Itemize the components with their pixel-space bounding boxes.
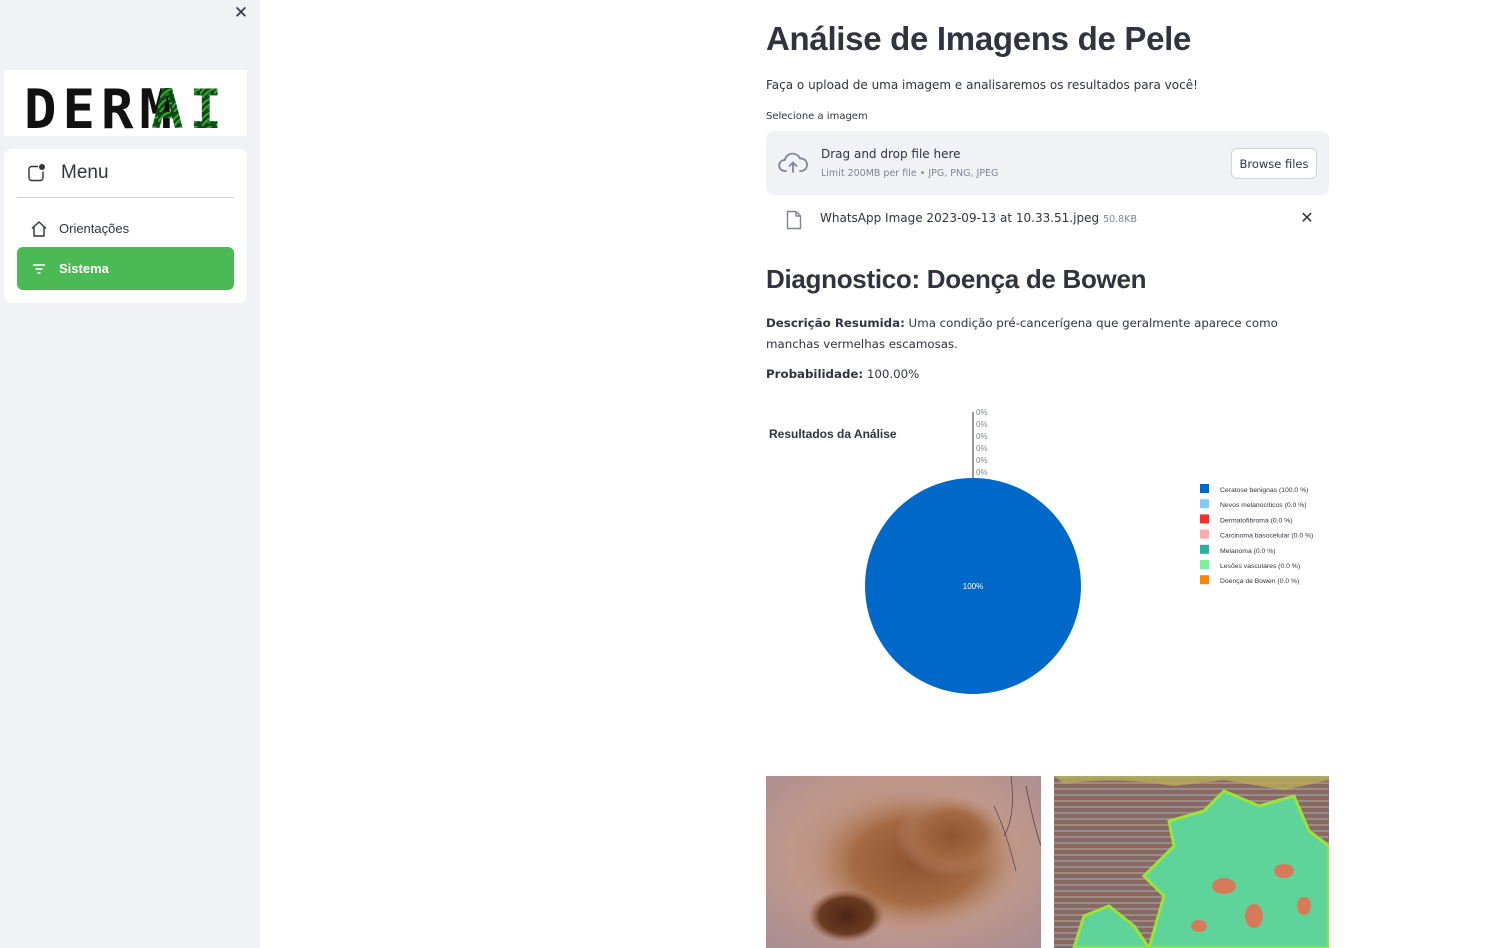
legend-swatch [1200,575,1209,585]
sidebar-item-label: Sistema [59,261,109,276]
close-icon[interactable]: ✕ [232,4,250,22]
home-icon [31,220,47,237]
filter-lines-icon [33,263,45,274]
description-label: Descrição Resumida: [766,316,905,330]
legend-swatch [1200,560,1209,569]
diagnosis-title: Diagnostico: Doença de Bowen [766,264,1147,294]
legend-swatch [1200,514,1209,524]
remove-file-button[interactable]: ✕ [1299,209,1315,227]
browse-files-button[interactable]: Browse files [1231,148,1317,179]
sidebar-item-label: Orientações [59,221,130,236]
page-title: Análise de Imagens de Pele [766,20,1192,57]
legend-label: Ceratose benignas (100.0 %) [1220,487,1308,494]
file-dropzone[interactable]: Drag and drop file here Limit 200MB per … [766,131,1329,195]
diagnosis-description: Descrição Resumida: Uma condição pré-can… [766,313,1329,355]
file-name-text: WhatsApp Image 2023-09-13 at 10.33.51.jp… [820,211,1100,225]
page-subtitle: Faça o upload de uma imagem e analisarem… [766,78,1198,92]
sidebar: ✕ DERM AI Menu Orientações Sistema [0,0,260,948]
menu-header: Menu [17,149,234,198]
menu-card: Menu Orientações Sistema [4,149,247,303]
legend-label: Lesões vasculares (0.0 %) [1220,563,1300,570]
menu-app-indicator-icon [28,164,45,182]
dermai-logo: DERM AI [4,70,247,136]
legend-label: Nevos melanocíticos (0.0 %) [1220,502,1307,509]
pie-outside-label: 0% [976,444,988,453]
diagnosis-probability: Probabilidade: 100.00% [766,367,919,381]
legend-swatch [1200,529,1209,539]
menu-title: Menu [61,162,109,183]
logo-text-accent: AI [151,78,228,136]
probability-label: Probabilidade: [766,367,864,381]
pie-slice-label: 100% [963,582,983,591]
pie-outside-label: 0% [976,408,988,417]
upload-label: Selecione a imagem [766,111,868,122]
file-icon [786,210,802,230]
legend-label: Doença de Bowen (0.0 %) [1220,578,1299,585]
legend-swatch [1200,484,1209,493]
legend-label: Dermatofibroma (0.0 %) [1220,517,1293,524]
chart-title: Resultados da Análise [769,427,897,441]
pie-outside-label: 0% [976,420,988,429]
analysis-pie-chart: Resultados da Análise 100% 0% 0% 0% 0% 0% 0% Ce… [769,408,1313,694]
dropzone-limit: Limit 200MB per file • JPG, PNG, JPEG [821,168,999,179]
cloud-upload-icon [778,152,808,173]
uploaded-file-name: WhatsApp Image 2023-09-13 at 10.33.51.jp… [820,211,1137,225]
lime-explanation-image [1054,776,1329,948]
logo-graphic: DERM AI [24,78,228,136]
dropzone-title: Drag and drop file here [821,147,961,161]
uploaded-file-row: WhatsApp Image 2023-09-13 at 10.33.51.jp… [766,203,1329,235]
file-size: 50.8KB [1103,214,1137,225]
probability-value: 100.00% [863,367,920,381]
sidebar-item-orientacoes[interactable]: Orientações [17,207,234,250]
legend-swatch [1200,499,1209,509]
pie-outside-label: 0% [976,432,988,441]
sidebar-item-sistema[interactable]: Sistema [17,247,234,290]
legend-label: Melanoma (0.0 %) [1220,548,1276,555]
pie-outside-label: 0% [976,456,988,465]
original-lesion-image [766,776,1041,948]
legend-swatch [1200,544,1209,554]
legend-label: Carcinoma basocelular (0.0 %) [1220,533,1313,540]
pie-outside-label: 0% [976,468,988,477]
